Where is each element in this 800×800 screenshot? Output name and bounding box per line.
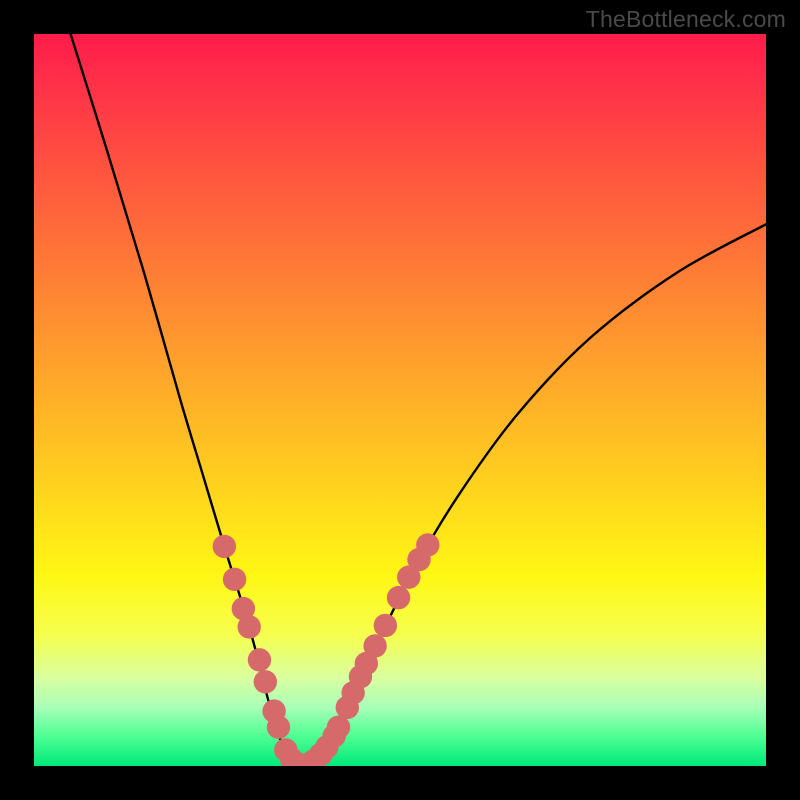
chart-stage: TheBottleneck.com [0, 0, 800, 800]
highlight-dot [363, 634, 386, 657]
highlight-dot [213, 535, 236, 558]
watermark-text: TheBottleneck.com [586, 6, 786, 33]
highlight-dot [254, 670, 277, 693]
highlight-dot [416, 533, 439, 556]
highlight-dot [238, 615, 261, 638]
highlight-dot [223, 568, 246, 591]
highlight-dot [267, 715, 290, 738]
highlight-dot [374, 614, 397, 637]
highlight-dot [387, 586, 410, 609]
curve-layer [34, 34, 766, 766]
highlight-dot [248, 648, 271, 671]
plot-area [34, 34, 766, 766]
highlight-dots [213, 533, 440, 766]
bottleneck-curve [71, 34, 766, 766]
